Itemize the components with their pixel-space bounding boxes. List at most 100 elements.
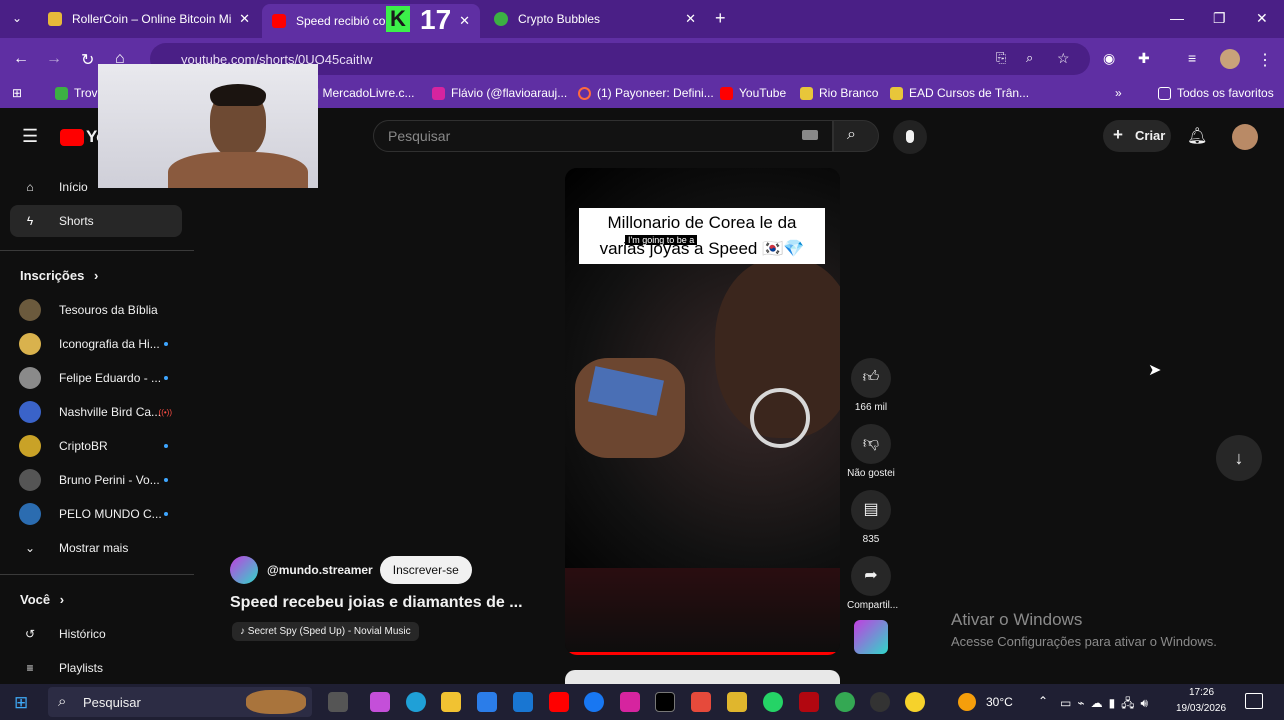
netflix-icon[interactable] <box>799 692 819 712</box>
chrome-icon[interactable] <box>835 692 855 712</box>
shorts-icon: ϟ <box>26 214 34 228</box>
apps-grid-icon[interactable]: ⊞ <box>12 86 22 100</box>
next-short-preview[interactable] <box>565 670 840 684</box>
tab-search-icon[interactable]: ⌄ <box>12 11 22 25</box>
extension-icon[interactable]: ◉ <box>1103 50 1115 67</box>
close-tab-icon[interactable]: ✕ <box>459 13 470 29</box>
zoom-icon[interactable]: ⌕ <box>1026 50 1033 66</box>
clock-date[interactable]: 19/03/2026 <box>1176 703 1226 714</box>
sound-thumbnail[interactable] <box>854 620 888 654</box>
short-title[interactable]: Speed recebeu joias e diamantes de ... <box>230 594 523 612</box>
comment-icon: ▤ <box>851 490 891 530</box>
tab-crypto-bubbles[interactable]: Crypto Bubbles ✕ <box>484 4 706 34</box>
bookmark-mercadolivre[interactable]: | MercadoLivre.c... <box>316 86 414 100</box>
instagram-icon[interactable] <box>620 692 640 712</box>
channel-name[interactable]: @mundo.streamer <box>267 563 373 577</box>
bookmark-payoneer[interactable]: (1) Payoneer: Defini... <box>578 86 714 100</box>
comments-action[interactable]: ▤ 835 <box>847 490 895 545</box>
reload-icon[interactable]: ↻ <box>81 50 94 70</box>
create-button[interactable]: + Criar <box>1103 120 1171 152</box>
store-icon[interactable] <box>477 692 497 712</box>
media-control-icon[interactable]: ≡ <box>1188 50 1196 66</box>
voice-search-button[interactable] <box>893 120 927 154</box>
share-action[interactable]: ➦ Compartil... <box>847 556 898 611</box>
bookmark-star-icon[interactable]: ☆ <box>1057 50 1070 67</box>
forward-icon[interactable]: → <box>46 50 62 68</box>
leaf-icon <box>55 86 68 100</box>
subscription-felipe-eduardo[interactable]: Felipe Eduardo - ... <box>10 362 182 394</box>
you-header[interactable]: Você › <box>20 592 64 607</box>
webcam-overlay <box>98 64 318 188</box>
minimize-icon[interactable]: — <box>1170 10 1184 26</box>
hedgehog-widget-icon <box>246 690 306 714</box>
short-video-player[interactable]: Millonario de Corea le da varias joyas a… <box>565 168 840 655</box>
subscription-iconografia[interactable]: Iconografia da Hi... <box>10 328 182 360</box>
x-twitter-icon[interactable] <box>655 692 675 712</box>
flag-icon <box>890 86 903 100</box>
close-tab-icon[interactable]: ✕ <box>239 11 250 27</box>
tray-icons[interactable]: ▭⌁☁▮🖧︎🔊︎ <box>1060 694 1154 715</box>
search-button[interactable]: ⌕ <box>833 120 879 152</box>
weather-icon[interactable] <box>958 693 976 711</box>
back-icon[interactable]: ← <box>13 50 29 68</box>
sidebar-item-playlists[interactable]: ≡ Playlists <box>10 652 182 684</box>
file-explorer-icon[interactable] <box>441 692 461 712</box>
bookmark-trov[interactable]: Trov <box>55 86 98 100</box>
dislike-action[interactable]: 👎︎ Não gostei <box>847 424 895 479</box>
bookmark-rio-branco[interactable]: Rio Branco <box>800 86 878 100</box>
account-avatar[interactable] <box>1232 124 1258 150</box>
subscription-pelo-mundo[interactable]: PELO MUNDO C... <box>10 498 182 530</box>
temperature[interactable]: 30°C <box>986 695 1013 709</box>
profile-avatar[interactable] <box>1220 49 1240 69</box>
subscription-tesouros-da-biblia[interactable]: Tesouros da Bíblia <box>10 294 182 326</box>
home-icon: ⌂ <box>26 180 34 194</box>
copilot-icon[interactable] <box>370 692 390 712</box>
notifications-bell-icon[interactable]: 🔔︎ <box>1187 126 1207 146</box>
music-chip[interactable]: ♪ Secret Spy (Sped Up) - Novial Music <box>232 622 419 641</box>
channel-row: @mundo.streamer Inscrever-se <box>230 556 472 584</box>
all-bookmarks[interactable]: Todos os favoritos <box>1158 86 1274 100</box>
youtube-app-icon[interactable] <box>549 692 569 712</box>
clock-time[interactable]: 17:26 <box>1189 687 1214 698</box>
app-yellow-icon[interactable] <box>905 692 925 712</box>
subscription-criptobr[interactable]: CriptoBR <box>10 430 182 462</box>
bookmark-instagram[interactable]: Flávio (@flavioarauj... <box>432 86 567 100</box>
sidebar-item-shorts[interactable]: ϟ Shorts <box>10 205 182 237</box>
notes-icon[interactable] <box>727 692 747 712</box>
search-input[interactable]: Pesquisar <box>373 120 833 152</box>
next-video-button[interactable]: ↓ <box>1216 435 1262 481</box>
show-more-button[interactable]: ⌄ Mostrar mais <box>10 532 182 564</box>
bookmark-ead[interactable]: EAD Cursos de Trân... <box>890 86 1029 100</box>
subscriptions-header[interactable]: Inscrições › <box>20 268 98 283</box>
outlook-icon[interactable] <box>513 692 533 712</box>
sidebar-item-historico[interactable]: ↺ Histórico <box>10 618 182 650</box>
notifications-icon[interactable] <box>1245 693 1263 709</box>
edge-icon[interactable] <box>406 692 426 712</box>
bookmark-youtube[interactable]: YouTube <box>720 86 786 100</box>
menu-kebab-icon[interactable]: ⋮ <box>1257 50 1273 70</box>
progress-bar[interactable] <box>565 652 840 655</box>
like-action[interactable]: 👍︎ 166 mil <box>847 358 895 413</box>
install-app-icon[interactable]: ⎘ <box>996 50 1006 66</box>
whatsapp-icon[interactable] <box>763 692 783 712</box>
app-dark-icon[interactable] <box>870 692 890 712</box>
more-bookmarks-icon[interactable]: » <box>1115 86 1122 100</box>
tab-rollercoin[interactable]: RollerCoin – Online Bitcoin Mi ✕ <box>38 4 260 34</box>
windows-start-icon[interactable]: ⊞ <box>14 693 28 713</box>
keyboard-icon[interactable] <box>802 130 818 140</box>
extensions-puzzle-icon[interactable]: ✚ <box>1138 50 1150 67</box>
channel-avatar[interactable] <box>230 556 258 584</box>
subscription-bruno-perini[interactable]: Bruno Perini - Vo... <box>10 464 182 496</box>
app-red-icon[interactable] <box>691 692 711 712</box>
task-view-icon[interactable] <box>328 692 348 712</box>
subscribe-button[interactable]: Inscrever-se <box>379 556 472 584</box>
facebook-icon[interactable] <box>584 692 604 712</box>
new-tab-button[interactable]: + <box>715 8 726 29</box>
close-window-icon[interactable]: ✕ <box>1256 10 1268 27</box>
maximize-icon[interactable]: ❐ <box>1213 10 1226 27</box>
close-tab-icon[interactable]: ✕ <box>685 11 696 27</box>
tray-chevron-icon[interactable]: ⌃ <box>1038 694 1048 708</box>
hamburger-menu-icon[interactable]: ☰ <box>22 126 38 147</box>
subscription-nashville-bird[interactable]: Nashville Bird Ca... ((•)) <box>10 396 182 428</box>
taskbar-search[interactable]: ⌕ Pesquisar <box>48 687 312 717</box>
